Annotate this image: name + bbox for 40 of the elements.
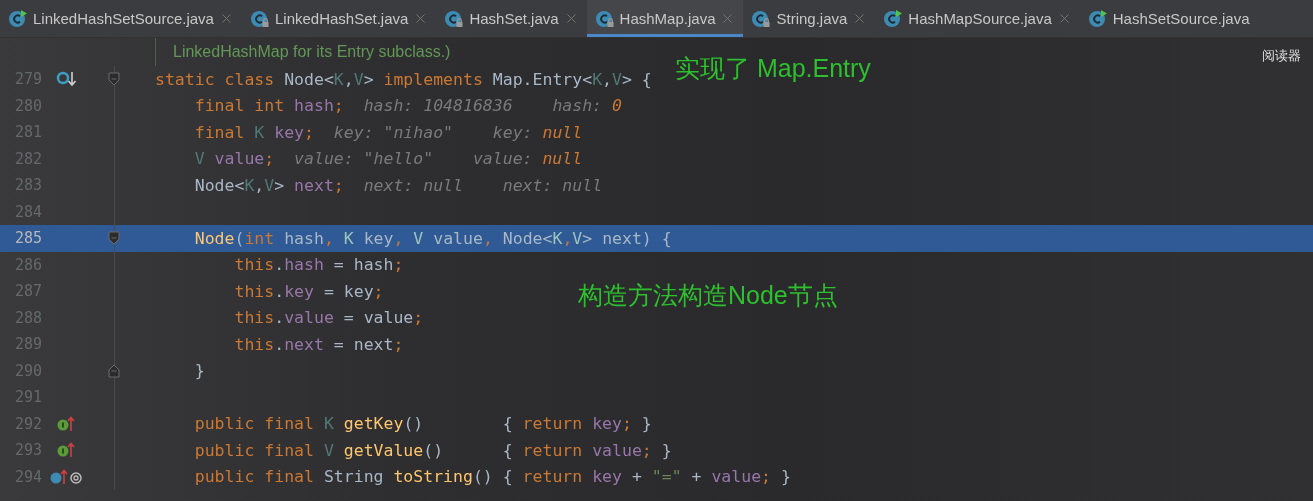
- editor-tab[interactable]: HashSet.java: [436, 0, 587, 37]
- editor-tab[interactable]: LinkedHashSetSource.java: [0, 0, 242, 37]
- implemented-marker-icon[interactable]: [56, 70, 78, 89]
- overrides-marker-icon[interactable]: [50, 467, 84, 486]
- code-line: final K key; key: "nihao" key: null: [193, 122, 583, 142]
- editor-tab[interactable]: HashMapSource.java: [875, 0, 1080, 37]
- implements-marker-icon[interactable]: [57, 441, 77, 460]
- class-file-icon: [594, 8, 615, 29]
- code-line: }: [193, 361, 205, 381]
- code-line: this.key = key;: [233, 281, 384, 301]
- class-file-icon: [444, 8, 465, 29]
- code-line: final int hash; hash: 104816836 hash: 0: [193, 96, 622, 116]
- code-line: V value; value: "hello" value: null: [193, 149, 583, 169]
- class-file-icon: [751, 8, 772, 29]
- reader-mode-label[interactable]: 阅读器: [1262, 47, 1301, 65]
- editor-tab[interactable]: HashMap.java: [586, 0, 744, 37]
- code-line: this.value = value;: [233, 308, 424, 328]
- annotation-note: 构造方法构造Node节点: [578, 280, 838, 311]
- code-line: public final String toString() { return key + "=" + value; }: [193, 467, 791, 487]
- code-line: public final V getValue() { return value; }: [193, 440, 672, 460]
- code-line: public final K getKey() { return key; }: [193, 414, 652, 434]
- code-line: Node(int hash, K key, V value, Node<K,V> next) {: [193, 228, 672, 248]
- fold-marker-icon[interactable]: [108, 72, 120, 87]
- class-file-icon: [249, 8, 270, 29]
- code-line: this.hash = hash;: [233, 255, 404, 275]
- class-file-icon: [1087, 8, 1108, 29]
- annotation-note: 实现了 Map.Entry: [675, 53, 871, 84]
- implements-marker-icon[interactable]: [57, 414, 77, 433]
- doc-comment: LinkedHashMap for its Entry subclass.): [173, 43, 451, 61]
- class-file-icon: [883, 8, 904, 29]
- code-line: Node<K,V> next; next: null next: null: [193, 175, 603, 195]
- editor-tab[interactable]: String.java: [743, 0, 876, 37]
- code-line: static class Node<K,V> implements Map.Entry<K,V> {: [155, 69, 652, 89]
- fold-marker-icon[interactable]: [108, 231, 120, 246]
- code-line: this.next = next;: [233, 334, 404, 354]
- fold-marker-icon[interactable]: [108, 363, 120, 378]
- editor-tab[interactable]: HashSetSource.java: [1079, 0, 1258, 37]
- editor-tab[interactable]: LinkedHashSet.java: [241, 0, 437, 37]
- line-number: 285: [13, 229, 42, 248]
- class-file-icon: [8, 8, 28, 29]
